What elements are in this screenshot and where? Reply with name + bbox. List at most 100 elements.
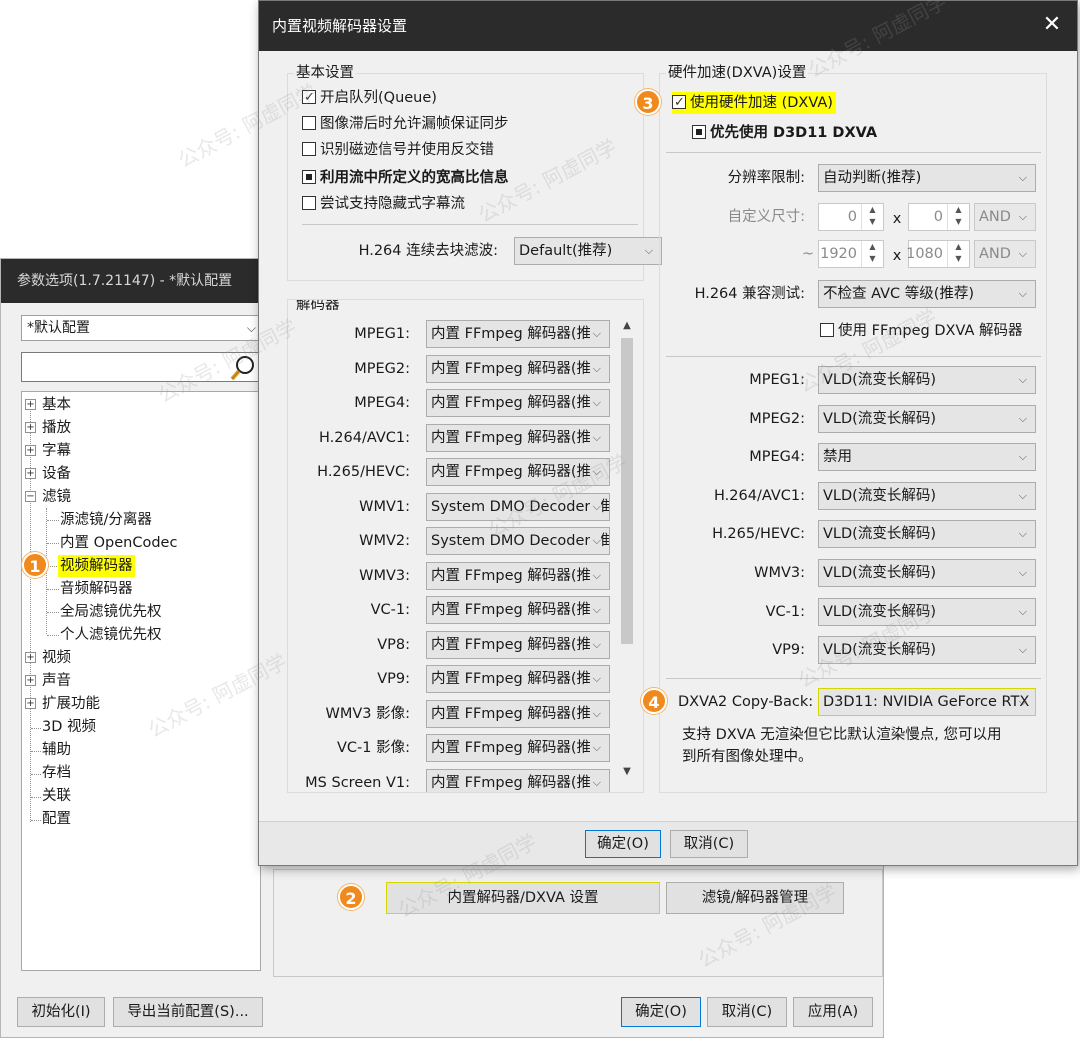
max-and-select[interactable]: AND ⌵ — [974, 240, 1036, 268]
dialog-ok-button[interactable]: 确定(O) — [585, 830, 661, 858]
spinner-value: 0 — [847, 209, 857, 225]
decoder-select[interactable]: 内置 FFmpeg 解码器(推 ⌵ — [426, 320, 610, 348]
hidden-subtitle-checkbox[interactable]: 尝试支持隐藏式字幕流 — [302, 193, 465, 215]
step-badge-2: 2 — [338, 884, 364, 910]
tree-item-config[interactable]: 配置 — [42, 808, 71, 830]
d3d11-checkbox[interactable]: 优先使用 D3D11 DXVA — [692, 122, 877, 144]
spinner-arrows-icon[interactable]: ▲ ▼ — [861, 204, 883, 230]
select-value: Default(推荐) — [519, 243, 613, 259]
chevron-down-icon: ⌵ — [1018, 604, 1027, 618]
tree-item-play[interactable]: + 播放 — [25, 417, 71, 439]
export-config-button[interactable]: 导出当前配置(S)... — [113, 997, 263, 1027]
h264-compat-select[interactable]: 不检查 AVC 等级(推荐) ⌵ — [818, 280, 1036, 308]
copyback-note: 支持 DXVA 无渲染但它比默认渲染慢点, 您可以用 到所有图像处理中。 — [682, 724, 1001, 768]
search-icon[interactable] — [229, 354, 257, 382]
hw-decoder-select[interactable]: VLD(流变长解码) ⌵ — [818, 520, 1036, 549]
tree-item-basic[interactable]: + 基本 — [25, 394, 71, 416]
scroll-thumb[interactable] — [621, 338, 633, 644]
copyback-select[interactable]: D3D11: NVIDIA GeForce RTX ⌵ — [818, 688, 1036, 716]
profile-select[interactable]: *默认配置 ⌵ — [21, 315, 261, 341]
hw-decoder-select[interactable]: VLD(流变长解码) ⌵ — [818, 636, 1036, 665]
options-tree[interactable]: + 基本 + 播放 + 字幕 + 设备 − 滤镜 源滤镜/分离器 内置 OpenCodec… — [21, 391, 261, 971]
scroll-up-icon[interactable]: ▲ — [618, 316, 636, 336]
tree-item-device[interactable]: + 设备 — [25, 463, 71, 485]
tree-item-filter[interactable]: − 滤镜 — [25, 486, 71, 508]
select-value: VLD(流变长解码) — [823, 372, 936, 388]
tree-item-label: 基本 — [42, 397, 71, 413]
h264-deblock-select[interactable]: Default(推荐) ⌵ — [514, 237, 662, 265]
deinterlace-checkbox[interactable]: 识别磁迹信号并使用反交错 — [302, 139, 494, 161]
checkbox-label: 尝试支持隐藏式字幕流 — [320, 196, 465, 212]
decoder-select[interactable]: 内置 FFmpeg 解码器(推 ⌵ — [426, 630, 610, 659]
decoder-group: 解码器 MPEG1: 内置 FFmpeg 解码器(推 ⌵ MPEG2: 内置 FFmpe… — [287, 299, 644, 793]
hw-decoder-select[interactable]: VLD(流变长解码) ⌵ — [818, 481, 1036, 510]
decoder-select[interactable]: 内置 FFmpeg 解码器(推 ⌵ — [426, 665, 610, 693]
init-button[interactable]: 初始化(I) — [17, 997, 105, 1027]
spinner-arrows-icon[interactable]: ▲ ▼ — [861, 241, 883, 267]
decoder-select[interactable]: 内置 FFmpeg 解码器(推 ⌵ — [426, 423, 610, 452]
decoder-select[interactable]: 内置 FFmpeg 解码器(推 ⌵ — [426, 768, 610, 792]
times-sign: x — [892, 211, 902, 227]
decoder-select[interactable]: System DMO Decoder(推 ⌵ — [426, 527, 610, 555]
decoder-select[interactable]: System DMO Decoder(推 ⌵ — [426, 492, 610, 521]
tree-item-archive[interactable]: 存档 — [42, 762, 71, 784]
tree-item-assist[interactable]: 辅助 — [42, 739, 71, 761]
ok-button[interactable]: 确定(O) — [621, 997, 701, 1027]
filter-manager-button[interactable]: 滤镜/解码器管理 — [666, 882, 844, 914]
tree-item-opencodec[interactable]: 内置 OpenCodec — [60, 532, 177, 554]
scroll-down-icon[interactable]: ▼ — [618, 762, 636, 782]
hw-decoder-select[interactable]: VLD(流变长解码) ⌵ — [818, 559, 1036, 587]
min-width-spinner[interactable]: 0 ▲ ▼ — [818, 203, 884, 231]
close-icon[interactable]: ✕ — [1037, 1, 1067, 51]
spinner-arrows-icon[interactable]: ▲ ▼ — [947, 241, 969, 267]
hw-accel-checkbox[interactable]: 使用硬件加速 (DXVA) — [672, 92, 836, 114]
select-value: 内置 FFmpeg 解码器(推 — [431, 360, 592, 377]
min-and-select[interactable]: AND ⌵ — [974, 203, 1036, 231]
tree-item-audio-decoder[interactable]: 音频解码器 — [60, 578, 133, 600]
tree-item-subtitle[interactable]: + 字幕 — [25, 440, 71, 462]
tree-item-extension[interactable]: + 扩展功能 — [25, 693, 100, 715]
tree-item-personal-priority[interactable]: 个人滤镜优先权 — [60, 624, 162, 646]
tree-item-label: 扩展功能 — [42, 696, 100, 712]
tree-item-audio[interactable]: + 声音 — [25, 670, 71, 692]
apply-button[interactable]: 应用(A) — [793, 997, 873, 1027]
cancel-button[interactable]: 取消(C) — [707, 997, 787, 1027]
tree-item-global-priority[interactable]: 全局滤镜优先权 — [60, 601, 162, 623]
tree-item-video-decoder[interactable]: 视频解码器 — [58, 555, 135, 577]
select-value: AND — [979, 246, 1011, 262]
spinner-arrows-icon[interactable]: ▲ ▼ — [947, 204, 969, 230]
tree-item-3d-video[interactable]: 3D 视频 — [42, 716, 96, 738]
tree-item-label: 音频解码器 — [60, 581, 133, 597]
hw-decoder-select[interactable]: VLD(流变长解码) ⌵ — [818, 597, 1036, 626]
aspect-ratio-checkbox[interactable]: 利用流中所定义的宽高比信息 — [302, 167, 509, 189]
hw-decoder-select[interactable]: VLD(流变长解码) ⌵ — [818, 404, 1036, 433]
checkbox-label: 使用 FFmpeg DXVA 解码器 — [838, 323, 1023, 339]
queue-checkbox[interactable]: 开启队列(Queue) — [302, 87, 437, 109]
max-width-spinner[interactable]: 1920 ▲ ▼ — [818, 240, 884, 268]
decoder-select[interactable]: 内置 FFmpeg 解码器(推 ⌵ — [426, 389, 610, 417]
max-height-spinner[interactable]: 1080 ▲ ▼ — [906, 240, 970, 268]
dxva-settings-button[interactable]: 内置解码器/DXVA 设置 — [386, 882, 660, 914]
decoder-select[interactable]: 内置 FFmpeg 解码器(推 ⌵ — [426, 354, 610, 383]
ffmpeg-dxva-checkbox[interactable]: 使用 FFmpeg DXVA 解码器 — [820, 320, 1022, 342]
tree-item-video[interactable]: + 视频 — [25, 647, 71, 669]
min-height-spinner[interactable]: 0 ▲ ▼ — [908, 203, 970, 231]
decoder-scrollbar[interactable]: ▲ ▼ — [618, 316, 636, 786]
decoder-select[interactable]: 内置 FFmpeg 解码器(推 ⌵ — [426, 734, 610, 762]
decoder-select[interactable]: 内置 FFmpeg 解码器(推 ⌵ — [426, 596, 610, 624]
decoder-select[interactable]: 内置 FFmpeg 解码器(推 ⌵ — [426, 561, 610, 590]
select-value: System DMO Decoder(推 — [431, 533, 610, 549]
select-value: AND — [979, 209, 1011, 225]
chevron-down-icon: ⌵ — [589, 424, 601, 451]
tree-item-source-filter[interactable]: 源滤镜/分离器 — [60, 509, 152, 531]
decoder-select[interactable]: 内置 FFmpeg 解码器(推 ⌵ — [426, 699, 610, 728]
tree-item-assoc[interactable]: 关联 — [42, 785, 71, 807]
hw-decoder-select[interactable]: VLD(流变长解码) ⌵ — [818, 366, 1036, 394]
decoder-label: MPEG1: — [354, 326, 410, 342]
res-limit-select[interactable]: 自动判断(推荐) ⌵ — [818, 164, 1036, 192]
search-input[interactable] — [21, 352, 261, 382]
drop-frame-checkbox[interactable]: 图像滞后时允许漏帧保证同步 — [302, 113, 509, 135]
hw-decoder-select[interactable]: 禁用 ⌵ — [818, 443, 1036, 472]
decoder-select[interactable]: 内置 FFmpeg 解码器(推 ⌵ — [426, 458, 610, 486]
dialog-cancel-button[interactable]: 取消(C) — [670, 830, 748, 858]
